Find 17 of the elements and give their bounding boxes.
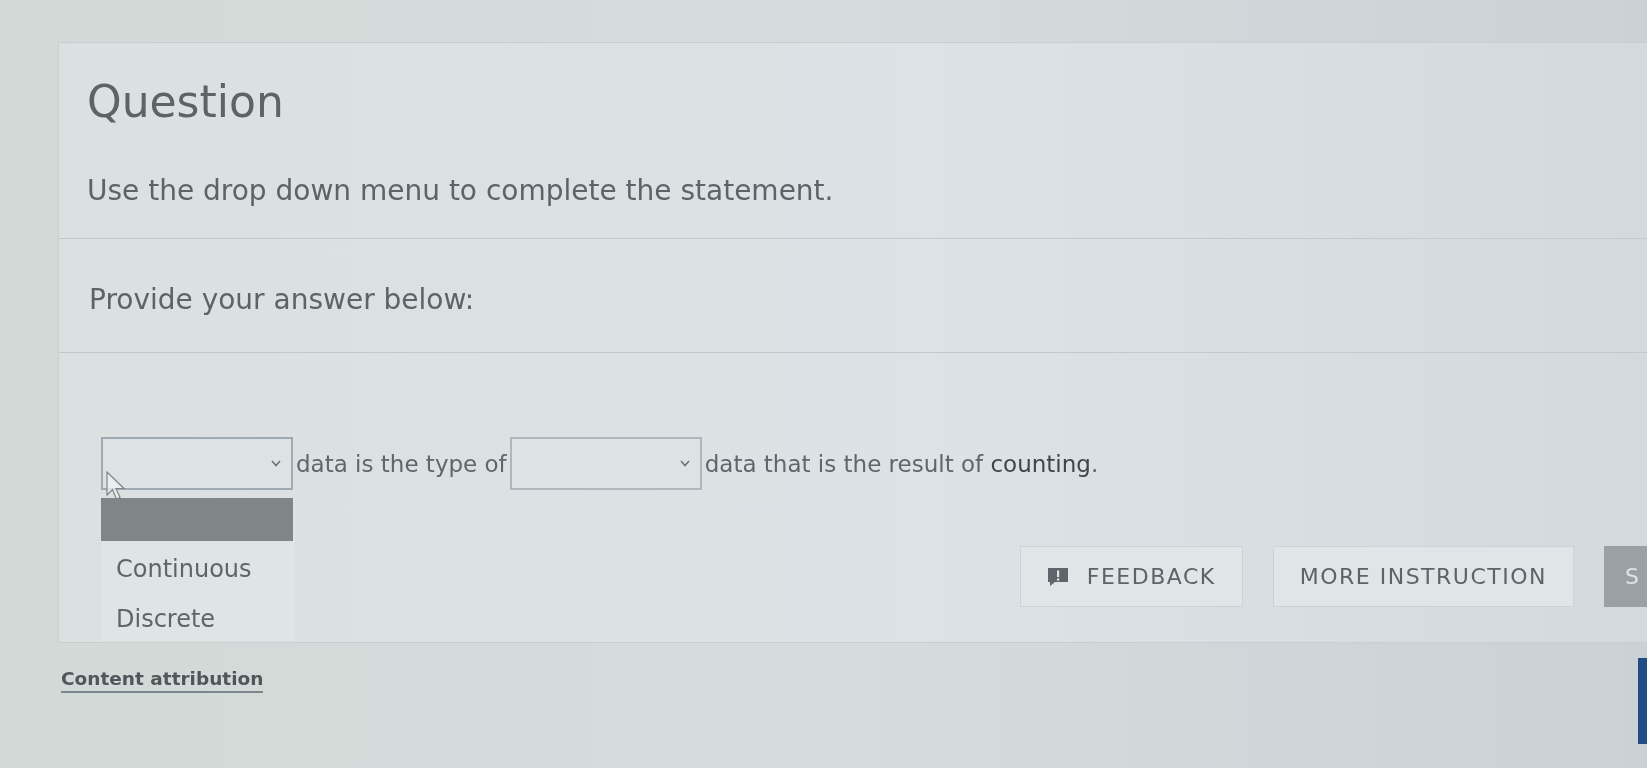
statement-text: data that is the result of counting. [703,450,1100,477]
question-title: Question [87,77,284,127]
feedback-icon [1046,566,1069,587]
answer-prompt: Provide your answer below: [89,283,475,317]
dropdown-select[interactable] [509,437,702,490]
chevron-down-icon [679,460,690,467]
menu-option[interactable]: Discrete [101,591,295,641]
instruction-text: Use the drop down menu to complete the statement. [87,174,834,208]
statement-text: data is the type of [295,450,508,477]
cursor-icon [106,471,126,501]
content-attribution-link[interactable]: Content attribution [61,668,264,693]
feedback-button[interactable]: FEEDBACK [1019,546,1243,607]
dropdown-select[interactable] [101,437,293,490]
menu-option[interactable] [101,498,293,541]
menu-option[interactable]: Continuous [101,541,295,591]
chevron-down-icon [271,460,281,467]
instruction-button[interactable]: MORE INSTRUCTION [1272,546,1574,607]
